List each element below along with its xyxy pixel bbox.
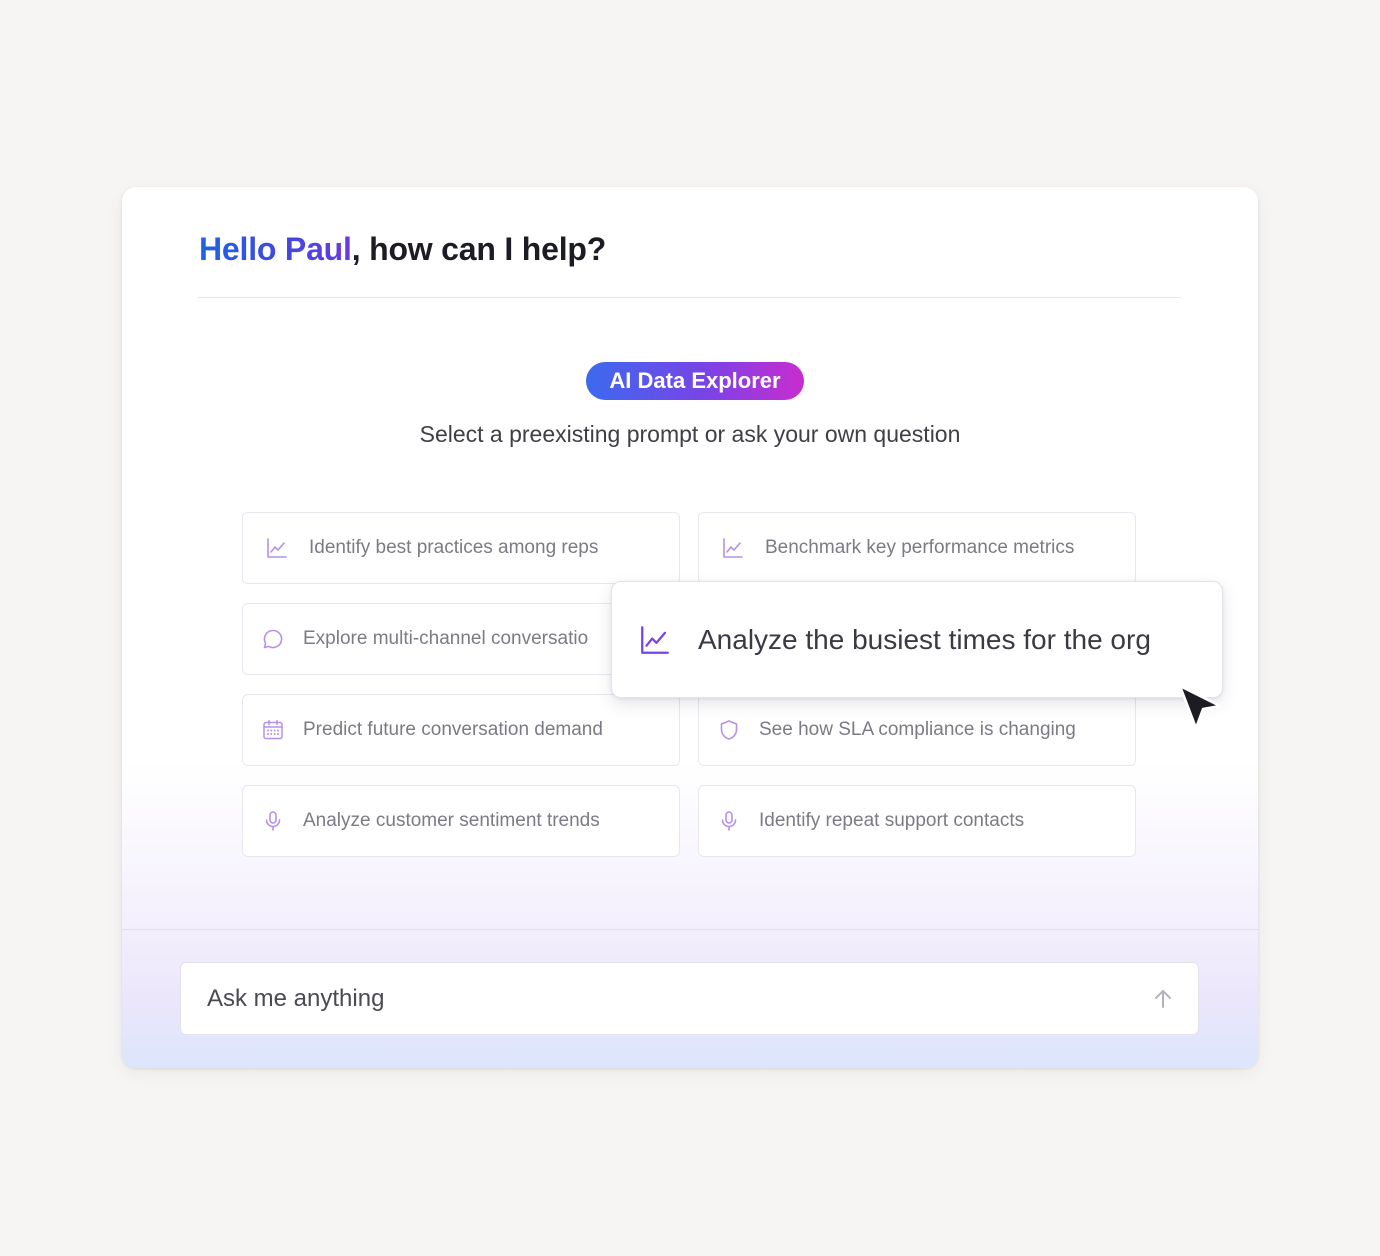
assistant-card: Hello Paul, how can I help? AI Data Expl… [122,187,1258,1068]
input-area-divider [122,929,1258,930]
microphone-icon [261,809,285,833]
chart-line-icon [265,536,289,560]
prompt-label: Benchmark key performance metrics [765,537,1075,558]
shield-icon [717,718,741,742]
prompt-label: Predict future conversation demand [303,719,603,740]
mouse-pointer-icon [1178,684,1222,730]
chart-line-icon [721,536,745,560]
prompt-customer-sentiment[interactable]: Analyze customer sentiment trends [242,785,680,857]
ask-input-box [180,962,1199,1035]
prompt-label: Identify repeat support contacts [759,810,1025,831]
prompt-benchmark-metrics[interactable]: Benchmark key performance metrics [698,512,1136,584]
prompt-label: Explore multi-channel conversatio [303,628,589,649]
prompt-identify-best-practices[interactable]: Identify best practices among reps [242,512,680,584]
prompt-predict-demand[interactable]: Predict future conversation demand [242,694,680,766]
send-button[interactable] [1148,984,1178,1014]
prompt-analyze-busiest-times[interactable]: Analyze the busiest times for the org [611,581,1223,698]
prompt-repeat-contacts[interactable]: Identify repeat support contacts [698,785,1136,857]
greeting-title: Hello Paul, how can I help? [199,231,606,268]
ask-input[interactable] [205,977,1148,1020]
greeting-name: Hello Paul [199,231,352,267]
ai-data-explorer-badge: AI Data Explorer [586,362,804,400]
prompt-label: Identify best practices among reps [309,537,599,558]
chart-line-icon [638,623,672,657]
prompt-label: See how SLA compliance is changing [759,719,1076,740]
highlighted-prompt-label: Analyze the busiest times for the org [698,623,1151,655]
header-divider [198,297,1181,298]
microphone-icon [717,809,741,833]
greeting-rest: , how can I help? [351,231,607,267]
prompt-label: Analyze customer sentiment trends [303,810,600,831]
instructions-subtitle: Select a preexisting prompt or ask your … [419,421,961,447]
prompt-sla-compliance[interactable]: See how SLA compliance is changing [698,694,1136,766]
arrow-up-icon [1155,989,1171,1008]
calendar-icon [261,718,285,742]
chat-bubble-icon [261,627,285,651]
